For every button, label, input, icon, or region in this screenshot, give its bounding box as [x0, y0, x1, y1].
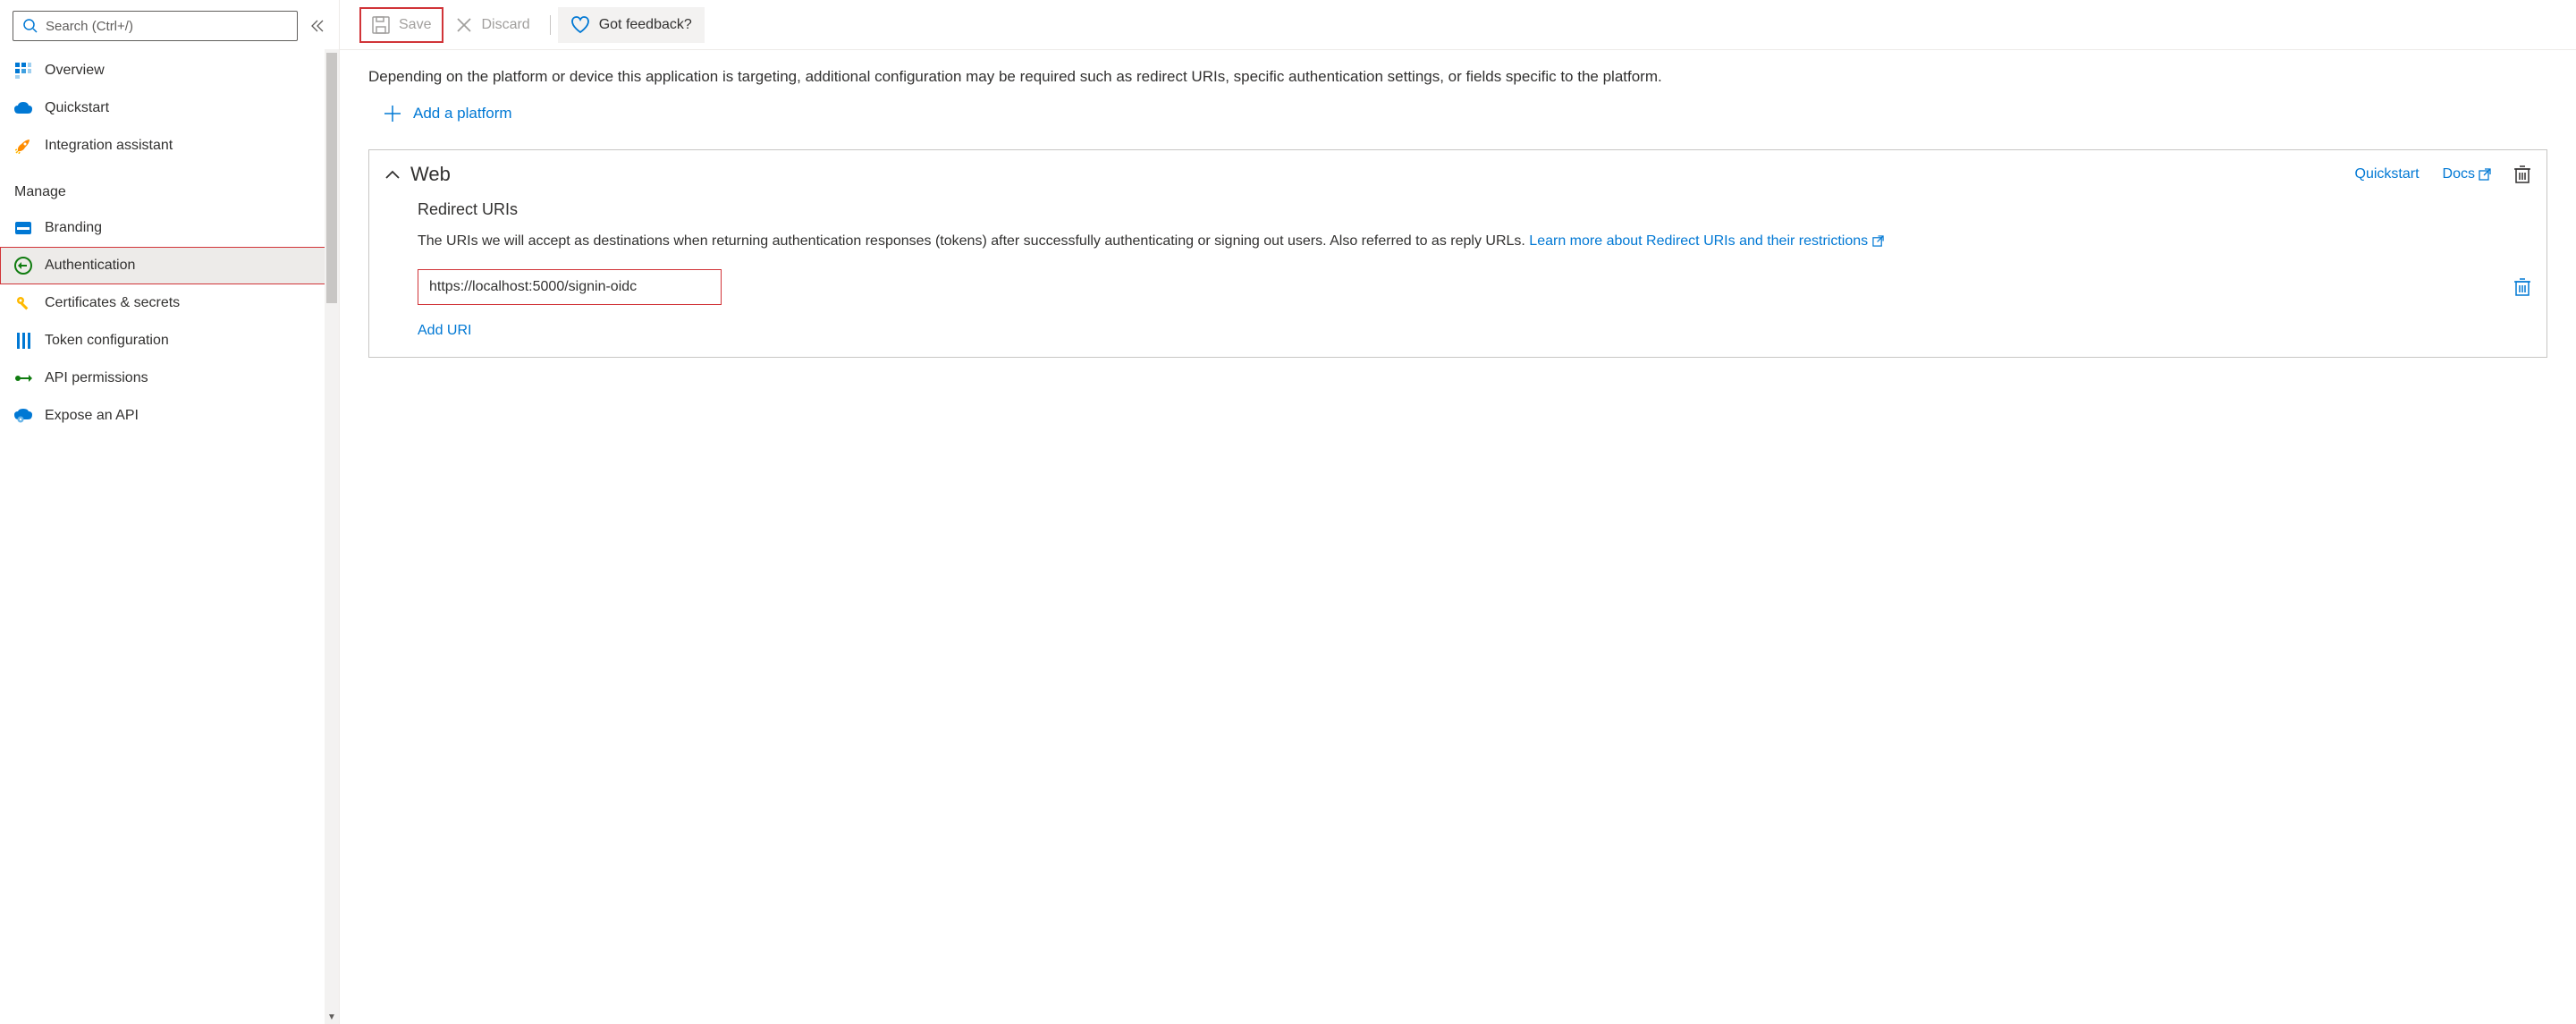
platform-title: Web [410, 163, 2344, 186]
sidebar-item-certificates-secrets[interactable]: Certificates & secrets [0, 284, 339, 322]
sidebar-item-quickstart[interactable]: Quickstart [0, 89, 339, 127]
search-input[interactable] [46, 19, 288, 34]
card-links: Quickstart Docs [2355, 165, 2530, 183]
sidebar-item-api-permissions[interactable]: API permissions [0, 360, 339, 397]
sidebar-item-integration-assistant[interactable]: Integration assistant [0, 127, 339, 165]
sidebar-item-label: Integration assistant [45, 138, 173, 154]
toolbar-divider [550, 15, 551, 35]
delete-uri-button[interactable] [2514, 278, 2530, 296]
sidebar-item-expose-api[interactable]: Expose an API [0, 397, 339, 435]
redirect-uri-input-wrap[interactable] [418, 269, 722, 305]
platform-description: Depending on the platform or device this… [368, 64, 2547, 89]
external-link-icon [2479, 168, 2491, 181]
save-label: Save [399, 17, 431, 33]
redirect-uri-input[interactable] [429, 279, 710, 295]
save-button[interactable]: Save [359, 7, 443, 43]
feedback-button[interactable]: Got feedback? [558, 7, 705, 43]
scrollbar-thumb[interactable] [326, 53, 337, 303]
redirect-uri-row [418, 269, 2530, 305]
search-row [0, 0, 339, 52]
sidebar-item-label: Token configuration [45, 333, 169, 349]
main-content: Save Discard Got feedback? Depending on … [340, 0, 2576, 1024]
plus-icon [384, 106, 401, 122]
sidebar-item-label: Authentication [45, 258, 135, 274]
quickstart-link[interactable]: Quickstart [2355, 166, 2420, 182]
card-header: Web Quickstart Docs [385, 163, 2530, 186]
token-icon [14, 332, 32, 350]
card-body: Redirect URIs The URIs we will accept as… [385, 200, 2530, 339]
sidebar-item-token-configuration[interactable]: Token configuration [0, 322, 339, 360]
scrollbar-down-arrow[interactable]: ▼ [325, 1010, 339, 1024]
external-link-icon [1872, 235, 1884, 247]
sidebar-item-label: Expose an API [45, 408, 139, 424]
add-platform-button[interactable]: Add a platform [384, 105, 512, 123]
cloud-gear-icon [14, 407, 32, 425]
sidebar-item-authentication[interactable]: Authentication [0, 247, 339, 284]
docs-link[interactable]: Docs [2443, 166, 2491, 182]
platform-card-web: Web Quickstart Docs Redirect URIs The UR… [368, 149, 2547, 358]
key-icon [14, 294, 32, 312]
key-circle-icon [14, 257, 32, 275]
feedback-label: Got feedback? [599, 17, 692, 33]
rocket-icon [14, 137, 32, 155]
grid-icon [14, 62, 32, 80]
chevron-up-icon[interactable] [385, 170, 400, 179]
api-permissions-icon [14, 369, 32, 387]
delete-platform-button[interactable] [2514, 165, 2530, 183]
heart-icon [570, 16, 590, 34]
search-box[interactable] [13, 11, 298, 41]
sidebar-item-label: Overview [45, 63, 105, 79]
sidebar-item-branding[interactable]: Branding [0, 209, 339, 247]
cloud-icon [14, 99, 32, 117]
redirect-uris-description: The URIs we will accept as destinations … [418, 230, 2530, 253]
save-icon [372, 16, 390, 34]
redirect-uris-title: Redirect URIs [418, 200, 2530, 219]
sidebar-section-manage: Manage [0, 165, 339, 209]
sidebar-item-overview[interactable]: Overview [0, 52, 339, 89]
sidebar-item-label: Certificates & secrets [45, 295, 180, 311]
sidebar: Overview Quickstart Integration assistan… [0, 0, 340, 1024]
close-icon [456, 17, 472, 33]
search-icon [22, 18, 38, 34]
sidebar-item-label: API permissions [45, 370, 148, 386]
learn-more-link[interactable]: Learn more about Redirect URIs and their… [1529, 233, 1883, 249]
add-platform-label: Add a platform [413, 105, 512, 123]
discard-button[interactable]: Discard [443, 7, 542, 43]
sidebar-item-label: Branding [45, 220, 102, 236]
content-area: Depending on the platform or device this… [340, 50, 2576, 1024]
brand-icon [14, 219, 32, 237]
discard-label: Discard [481, 17, 529, 33]
add-uri-button[interactable]: Add URI [418, 323, 2530, 339]
collapse-sidebar-button[interactable] [308, 17, 326, 35]
toolbar: Save Discard Got feedback? [340, 0, 2576, 50]
sidebar-nav: Overview Quickstart Integration assistan… [0, 52, 339, 1024]
sidebar-item-label: Quickstart [45, 100, 109, 116]
scrollbar[interactable]: ▲ ▼ [325, 49, 339, 1024]
